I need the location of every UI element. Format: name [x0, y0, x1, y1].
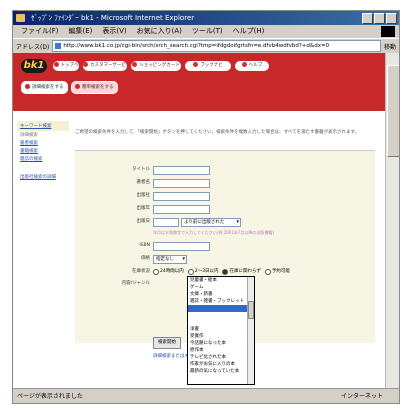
- field-row-author: 著者名: [75, 178, 375, 188]
- status-text: ページが表示されました: [17, 393, 83, 400]
- pubdate-select-value: より前に出版された: [184, 220, 225, 225]
- genre-option[interactable]: [188, 319, 254, 326]
- address-label: アドレス(D): [16, 43, 50, 51]
- genre-option[interactable]: 作家がお気に入りの本: [188, 361, 254, 368]
- site-logo[interactable]: bk1: [21, 59, 47, 73]
- close-button[interactable]: [386, 13, 397, 24]
- field-label: 価格: [141, 256, 150, 261]
- field-label: 内容/ジャンル: [121, 281, 150, 286]
- nav-booknavi-button[interactable]: ブックナビ: [185, 61, 231, 71]
- price-select[interactable]: 指定なし: [153, 255, 187, 264]
- sidebar-item-publisher[interactable]: 出版社検索の詳細: [17, 173, 69, 181]
- zone-text: インターネット: [340, 393, 383, 400]
- menu-favorites[interactable]: お気に入り(A): [137, 25, 182, 38]
- field-row-pubdate: 出版日 より前に出版された: [75, 217, 375, 227]
- genre-option[interactable]: 最新の気になっていた本: [188, 368, 254, 375]
- pubdate-hint: 年月は半角数字で入力してください(例 2001年7月以降の出版書籍): [153, 230, 274, 235]
- minimize-button[interactable]: [362, 13, 373, 24]
- field-label: 出版社: [136, 193, 151, 198]
- genre-option[interactable]: 文庫・新書: [188, 291, 254, 298]
- field-row-publisher: 出版社: [75, 191, 375, 201]
- sidebar-item-advanced[interactable]: 詳細検索: [17, 131, 69, 139]
- radio-label: 予約可能: [271, 269, 290, 274]
- search-instructions: ご希望の検索条件を入力して、「検索開始」ボタンを押してください。検索条件を複数入…: [75, 130, 360, 135]
- sidebar-header[interactable]: キーワード検索: [17, 121, 69, 131]
- field-row-title: タイトル: [75, 165, 375, 175]
- field-label: タイトル: [132, 167, 150, 172]
- genre-option[interactable]: 受賞作: [188, 333, 254, 340]
- page-scroll-thumb[interactable]: [387, 65, 399, 157]
- genre-option[interactable]: テレビ化された本: [188, 354, 254, 361]
- menu-view[interactable]: 表示(V): [102, 25, 126, 38]
- field-label: 在庫状況: [132, 269, 150, 274]
- window-title: ｾﾞｯﾌﾟﾝ ﾌｧｲﾝﾀﾞｰ bk1 - Microsoft Internet …: [31, 14, 195, 22]
- address-input[interactable]: http://www.bk1.co.jp/cgi-bin/srch/srch_s…: [52, 40, 381, 52]
- genre-option[interactable]: [188, 305, 254, 312]
- nav-help-button[interactable]: ヘルプ: [235, 61, 269, 71]
- page-viewport: bk1 トップへ カスタマーサービス ショッピングカート ブックナビ ヘルプ 詳…: [13, 53, 385, 388]
- browser-window: ｾﾞｯﾌﾟﾝ ﾌｧｲﾝﾀﾞｰ bk1 - Microsoft Internet …: [12, 10, 400, 404]
- genre-option[interactable]: [188, 312, 254, 319]
- author-input[interactable]: [153, 179, 210, 188]
- availability-radio-reserve[interactable]: 予約可能: [264, 267, 290, 277]
- field-label: 出版日: [136, 219, 151, 224]
- pubdate-select[interactable]: より前に出版された: [181, 218, 241, 227]
- menu-edit[interactable]: 編集(E): [69, 25, 93, 38]
- field-label: 出版年: [136, 206, 151, 211]
- sidebar-item-books[interactable]: 書籍検索: [17, 147, 69, 155]
- title-input[interactable]: [153, 166, 210, 175]
- status-bar: ページが表示されました インターネット: [13, 388, 399, 403]
- sidebar: キーワード検索 詳細検索 著者検索 書籍検索 雑誌の検索 出版社検索の詳細: [17, 121, 69, 181]
- window-controls: [362, 13, 397, 24]
- title-bar: ｾﾞｯﾌﾟﾝ ﾌｧｲﾝﾀﾞｰ bk1 - Microsoft Internet …: [13, 11, 399, 25]
- radio-dot: [153, 269, 159, 275]
- genre-option[interactable]: 児童書・絵本: [188, 277, 254, 284]
- radio-dot: [187, 269, 194, 275]
- radio-label: 24時間以内: [160, 269, 184, 274]
- nav-customer-service-button[interactable]: カスタマーサービス: [83, 61, 127, 71]
- sidebar-item-author[interactable]: 著者検索: [17, 139, 69, 147]
- field-row-price: 価格 指定なし: [75, 254, 375, 264]
- site-banner: bk1 トップへ カスタマーサービス ショッピングカート ブックナビ ヘルプ 詳…: [13, 53, 385, 111]
- radio-dot: [222, 269, 229, 275]
- search-start-button[interactable]: 検索開始: [153, 337, 181, 349]
- tab-advanced-search[interactable]: 詳細検索をする: [21, 81, 68, 94]
- menu-help[interactable]: ヘルプ(H): [233, 25, 265, 38]
- genre-option[interactable]: 洋書: [188, 326, 254, 333]
- genre-option[interactable]: 今話題になった本: [188, 340, 254, 347]
- address-bar: アドレス(D) http://www.bk1.co.jp/cgi-bin/src…: [13, 38, 399, 54]
- menu-bar: ファイル(F) 編集(E) 表示(V) お気に入り(A) ツール(T) ヘルプ(…: [13, 25, 399, 38]
- nav-top-button[interactable]: トップへ: [53, 61, 79, 71]
- radio-dot: [264, 269, 271, 275]
- ie-icon: [16, 14, 25, 22]
- field-row-year: 出版年: [75, 204, 375, 214]
- publisher-input[interactable]: [153, 192, 210, 201]
- isbn-input[interactable]: [153, 242, 210, 251]
- tab-simple-search[interactable]: 簡単検索をする: [71, 81, 118, 94]
- genre-option[interactable]: 原作本: [188, 347, 254, 354]
- genre-dropdown-list: 児童書・絵本 ゲーム 文庫・新書 雑誌・雑書・ブックレット 洋書 受賞作 今話題…: [187, 276, 255, 385]
- page-icon: [55, 43, 62, 49]
- sidebar-item-magazine[interactable]: 雑誌の検索: [17, 155, 69, 163]
- genre-option[interactable]: ゲーム: [188, 284, 254, 291]
- nav-cart-button[interactable]: ショッピングカート: [131, 61, 181, 71]
- availability-radio-24h[interactable]: 24時間以内: [153, 267, 184, 277]
- year-input[interactable]: [153, 205, 210, 214]
- field-row-isbn: ISBN: [75, 241, 375, 251]
- menu-file[interactable]: ファイル(F): [21, 25, 59, 38]
- dropdown-scrollbar[interactable]: [247, 277, 254, 384]
- genre-option[interactable]: 雑誌・雑書・ブックレット: [188, 298, 254, 305]
- field-label: ISBN: [139, 243, 150, 248]
- field-label: 著者名: [136, 180, 151, 185]
- pubdate-input[interactable]: [153, 218, 179, 227]
- menu-tools[interactable]: ツール(T): [192, 25, 223, 38]
- price-select-value: 指定なし: [156, 257, 174, 262]
- dropdown-scroll-thumb[interactable]: [248, 301, 254, 319]
- maximize-button[interactable]: [374, 13, 385, 24]
- page-scrollbar[interactable]: [385, 53, 399, 388]
- windows-logo-icon: [381, 26, 395, 37]
- go-button[interactable]: 移動: [384, 42, 396, 51]
- address-url: http://www.bk1.co.jp/cgi-bin/srch/srch_s…: [63, 43, 330, 49]
